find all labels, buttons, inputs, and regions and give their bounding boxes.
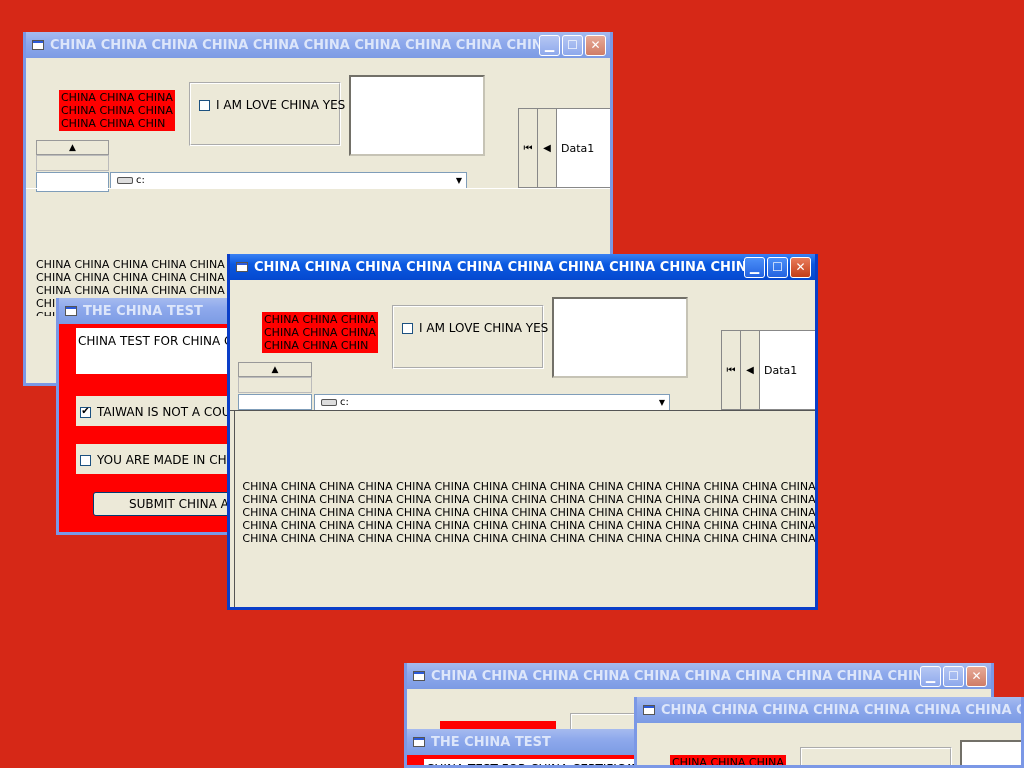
titlebar[interactable]: CHINA CHINA CHINA CHINA CHINA CHINA CHIN… (26, 32, 610, 58)
checkbox-box[interactable] (199, 99, 210, 111)
taiwan-checkbox[interactable]: ✔ TAIWAN IS NOT A COUNTRY (80, 405, 233, 419)
window-title: THE CHINA TEST (431, 734, 551, 750)
drive-value: c: (340, 397, 349, 408)
window-title: CHINA CHINA CHINA CHINA CHINA CHINA CHIN… (661, 702, 1021, 718)
left-divider (234, 411, 235, 607)
window-body: CHINA CHINA CHINA CHINA CHINA CHINA CHIN… (637, 723, 1021, 765)
checkbox-box[interactable] (402, 322, 413, 334)
window-title: CHINA CHINA CHINA CHINA CHINA CHINA CHIN… (254, 259, 744, 275)
window-body: CHINA TEST FOR CHINA CERTIFICATE (407, 755, 637, 765)
checkbox-frame: I AM LOVE CHINA YES (189, 82, 345, 146)
main-window-f[interactable]: CHINA CHINA CHINA CHINA CHINA CHINA CHIN… (634, 697, 1024, 768)
first-record-icon[interactable]: ⏮ (519, 109, 538, 187)
minimize-button[interactable]: ▁ (539, 34, 560, 56)
minimize-button[interactable]: ▁ (920, 665, 941, 687)
desktop: { "main_window": { "title": "CHINA CHINA… (0, 0, 1024, 768)
red-label: CHINA CHINA CHINA CHINA CHINA CHINA CHIN… (262, 312, 378, 353)
option2-label: YOU ARE MADE IN CHINA (97, 453, 236, 467)
window-app-icon (32, 40, 44, 50)
checkbox-frame: I AM LOVE CHINA YES (800, 747, 956, 765)
prompt-panel: CHINA TEST FOR CHINA CERTIFICATE (424, 759, 637, 765)
dropdown-arrow-icon[interactable]: ▼ (655, 398, 669, 407)
separator (230, 410, 815, 411)
window-body: CHINA TEST FOR CHINA CERTIFICATE ✔ TAIWA… (59, 324, 233, 532)
checkbox-frame: I AM LOVE CHINA YES (392, 305, 548, 369)
red-label: CHINA CHINA CHINA CHINA CHINA CHINA CHIN… (670, 755, 786, 765)
scroll-track[interactable] (36, 155, 109, 171)
close-button[interactable]: ✕ (966, 665, 987, 687)
checkmark-icon[interactable]: ✔ (80, 406, 91, 418)
drive-value: c: (136, 175, 145, 186)
data-control[interactable]: ⏮ ◀ Data1 (518, 108, 610, 188)
test-prompt: CHINA TEST FOR CHINA CERTIFICATE (426, 762, 637, 765)
maximize-button[interactable]: ☐ (562, 34, 583, 56)
checkbox-box[interactable] (810, 764, 821, 765)
scroll-up-icon[interactable]: ▲ (36, 140, 109, 155)
dropdown-arrow-icon[interactable]: ▼ (452, 176, 466, 185)
window-app-icon (413, 737, 425, 747)
titlebar[interactable]: CHINA CHINA CHINA CHINA CHINA CHINA CHIN… (407, 663, 991, 689)
big-text-label: CHINA CHINA CHINA CHINA CHINA CHINA CHIN… (242, 480, 816, 545)
data-label: Data1 (561, 141, 595, 155)
checkbox-box[interactable] (80, 454, 91, 466)
drive-icon (321, 399, 337, 406)
drive-list[interactable]: c: ▼ (110, 172, 467, 189)
titlebar[interactable]: CHINA CHINA CHINA CHINA CHINA CHINA CHIN… (637, 697, 1021, 723)
submit-button[interactable]: SUBMIT CHINA AND (93, 492, 233, 516)
love-china-checkbox[interactable]: I AM LOVE CHINA YES (199, 98, 345, 112)
made-in-china-checkbox[interactable]: YOU ARE MADE IN CHINA (80, 453, 236, 467)
data-label: Data1 (764, 363, 798, 377)
test-window-e[interactable]: THE CHINA TEST CHINA TEST FOR CHINA CERT… (404, 729, 640, 768)
window-app-icon (65, 306, 77, 316)
text-input[interactable] (552, 297, 688, 378)
window-app-icon (413, 671, 425, 681)
close-button[interactable]: ✕ (790, 256, 811, 278)
test-prompt: CHINA TEST FOR CHINA CERTIFICATE (78, 334, 233, 348)
close-button[interactable]: ✕ (585, 34, 606, 56)
window-app-icon (236, 262, 248, 272)
checkbox-label: I AM LOVE CHINA YES (827, 763, 956, 765)
previous-record-icon[interactable]: ◀ (741, 331, 760, 409)
list-box[interactable] (238, 394, 312, 410)
option1-panel: ✔ TAIWAN IS NOT A COUNTRY (76, 396, 233, 426)
window-body: CHINA CHINA CHINA CHINA CHINA CHINA CHIN… (230, 280, 815, 607)
text-input[interactable] (960, 740, 1021, 765)
titlebar[interactable]: THE CHINA TEST (407, 729, 637, 755)
drive-icon (117, 177, 133, 184)
previous-record-icon[interactable]: ◀ (538, 109, 557, 187)
love-china-checkbox[interactable]: I AM LOVE CHINA YES (402, 321, 548, 335)
test-window-b[interactable]: THE CHINA TEST CHINA TEST FOR CHINA CERT… (56, 298, 236, 535)
love-china-checkbox[interactable]: I AM LOVE CHINA YES (810, 763, 956, 765)
main-window-c[interactable]: CHINA CHINA CHINA CHINA CHINA CHINA CHIN… (227, 254, 818, 610)
red-label: CHINA CHINA CHINA CHINA CHINA CHINA CHIN… (59, 90, 175, 131)
drive-list[interactable]: c: ▼ (314, 394, 670, 411)
data-control[interactable]: ⏮ ◀ Data1 (721, 330, 815, 410)
option1-label: TAIWAN IS NOT A COUNTRY (97, 405, 233, 419)
checkbox-label: I AM LOVE CHINA YES (419, 321, 549, 335)
maximize-button[interactable]: ☐ (943, 665, 964, 687)
window-title: CHINA CHINA CHINA CHINA CHINA CHINA CHIN… (431, 668, 920, 684)
window-title: THE CHINA TEST (83, 303, 203, 319)
checkbox-label: I AM LOVE CHINA YES (216, 98, 346, 112)
scroll-track[interactable] (238, 377, 312, 393)
maximize-button[interactable]: ☐ (767, 256, 788, 278)
option2-panel: YOU ARE MADE IN CHINA (76, 444, 236, 474)
prompt-panel: CHINA TEST FOR CHINA CERTIFICATE (76, 328, 233, 374)
titlebar[interactable]: THE CHINA TEST (59, 298, 233, 324)
titlebar[interactable]: CHINA CHINA CHINA CHINA CHINA CHINA CHIN… (230, 254, 815, 280)
list-box[interactable] (36, 172, 109, 192)
separator (26, 188, 610, 189)
window-app-icon (643, 705, 655, 715)
scroll-up-icon[interactable]: ▲ (238, 362, 312, 377)
text-input[interactable] (349, 75, 485, 156)
minimize-button[interactable]: ▁ (744, 256, 765, 278)
first-record-icon[interactable]: ⏮ (722, 331, 741, 409)
window-title: CHINA CHINA CHINA CHINA CHINA CHINA CHIN… (50, 37, 539, 53)
